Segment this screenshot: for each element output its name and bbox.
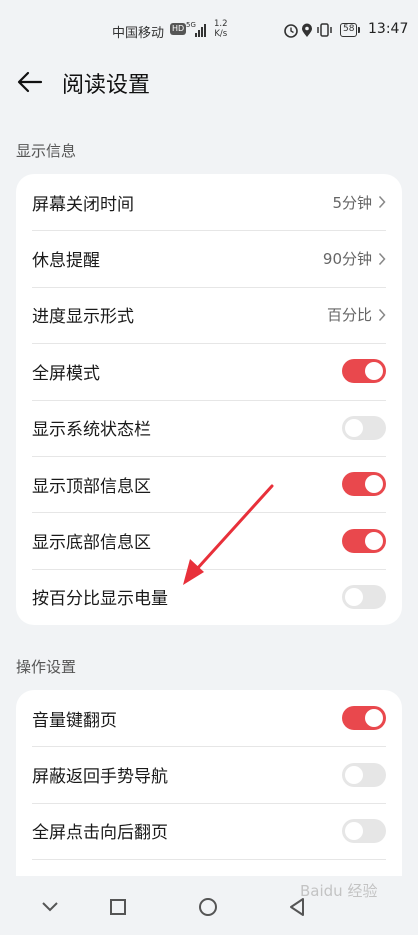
setting-row-top-info: 显示顶部信息区 bbox=[16, 455, 402, 512]
carrier-name: 中国移动 bbox=[112, 26, 165, 41]
toggle-knob bbox=[345, 587, 363, 606]
network-speed: 1.2 K/s bbox=[214, 19, 228, 39]
setting-row-system-status-bar: 显示系统状态栏 bbox=[16, 399, 402, 456]
row-label: 按百分比显示电量 bbox=[32, 589, 168, 610]
battery-icon: 58 bbox=[340, 23, 361, 37]
nav-recents-button[interactable] bbox=[105, 894, 131, 920]
nav-home-button[interactable] bbox=[195, 894, 221, 920]
app-bar: 阅读设置 bbox=[0, 62, 418, 102]
nav-collapse-button[interactable] bbox=[37, 894, 63, 920]
status-bar: 中国移动 HD 5G 1.2 K/s 58 13:47 bbox=[0, 0, 418, 62]
clock: 13:47 bbox=[368, 21, 409, 37]
alarm-icon bbox=[284, 24, 298, 38]
row-value-wrap: 90分钟 bbox=[323, 248, 386, 269]
block-back-gesture-toggle[interactable] bbox=[342, 762, 386, 787]
hd-badge: HD bbox=[170, 23, 187, 35]
top-info-toggle[interactable] bbox=[342, 472, 386, 497]
row-label: 显示系统状态栏 bbox=[32, 420, 151, 441]
row-label: 屏蔽返回手势导航 bbox=[32, 767, 168, 788]
row-value-wrap: 百分比 bbox=[327, 304, 386, 325]
circle-icon bbox=[199, 898, 217, 916]
status-icons bbox=[284, 23, 332, 38]
toggle-knob bbox=[365, 531, 383, 550]
bottom-info-toggle[interactable] bbox=[342, 528, 386, 553]
toggle-knob bbox=[365, 709, 383, 728]
setting-row-partial bbox=[16, 859, 402, 876]
setting-row-fullscreen: 全屏模式 bbox=[16, 343, 402, 399]
fullscreen-toggle[interactable] bbox=[342, 359, 386, 384]
setting-row-progress-format[interactable]: 进度显示形式 百分比 bbox=[16, 286, 402, 343]
arrow-left-icon bbox=[17, 71, 43, 93]
back-button[interactable] bbox=[14, 66, 46, 98]
setting-row-volume-key-turn: 音量键翻页 bbox=[16, 690, 402, 746]
row-value-wrap: 5分钟 bbox=[332, 192, 386, 213]
signal-icon: 5G bbox=[186, 21, 206, 37]
toggle-knob bbox=[345, 765, 363, 784]
setting-row-tap-next-page: 全屏点击向后翻页 bbox=[16, 802, 402, 859]
row-label: 休息提醒 bbox=[32, 251, 100, 272]
row-label: 进度显示形式 bbox=[32, 307, 134, 328]
tap-next-page-toggle[interactable] bbox=[342, 818, 386, 843]
vibrate-icon bbox=[317, 23, 332, 37]
chevron-down-icon bbox=[42, 902, 58, 912]
setting-row-bottom-info: 显示底部信息区 bbox=[16, 512, 402, 568]
chevron-right-icon bbox=[378, 252, 386, 265]
row-label: 全屏点击向后翻页 bbox=[32, 823, 168, 844]
row-value: 百分比 bbox=[326, 306, 372, 325]
toggle-knob bbox=[345, 418, 363, 437]
row-value: 5分钟 bbox=[332, 193, 372, 212]
toggle-knob bbox=[365, 362, 383, 381]
toggle-knob bbox=[365, 475, 383, 494]
location-icon bbox=[302, 23, 312, 37]
volume-key-turn-toggle[interactable] bbox=[342, 706, 386, 731]
watermark: Baidu 经验 bbox=[300, 882, 378, 900]
toggle-knob bbox=[345, 821, 363, 840]
setting-row-block-back-gesture: 屏蔽返回手势导航 bbox=[16, 746, 402, 802]
row-label: 显示顶部信息区 bbox=[32, 476, 151, 497]
row-label: 音量键翻页 bbox=[32, 710, 117, 731]
operation-card: 音量键翻页 屏蔽返回手势导航 全屏点击向后翻页 bbox=[16, 690, 402, 876]
chevron-right-icon bbox=[378, 196, 386, 209]
section-label-display-info: 显示信息 bbox=[16, 142, 77, 160]
setting-row-screen-timeout[interactable]: 屏幕关闭时间 5分钟 bbox=[16, 174, 402, 230]
display-info-card: 屏幕关闭时间 5分钟 休息提醒 90分钟 进度显示形式 百分比 全屏模式 显示系… bbox=[16, 174, 402, 626]
row-label: 屏幕关闭时间 bbox=[32, 194, 134, 215]
row-label: 全屏模式 bbox=[32, 363, 100, 384]
section-label-operation: 操作设置 bbox=[16, 658, 77, 676]
page-title: 阅读设置 bbox=[62, 73, 151, 98]
battery-percent-toggle[interactable] bbox=[342, 584, 386, 609]
setting-row-rest-reminder[interactable]: 休息提醒 90分钟 bbox=[16, 230, 402, 286]
chevron-right-icon bbox=[378, 308, 386, 321]
system-status-bar-toggle[interactable] bbox=[342, 415, 386, 440]
square-icon bbox=[110, 899, 126, 915]
row-label: 显示底部信息区 bbox=[32, 533, 151, 554]
network-type: 5G bbox=[186, 21, 196, 29]
row-value: 90分钟 bbox=[322, 250, 372, 269]
setting-row-battery-percent: 按百分比显示电量 bbox=[16, 568, 402, 625]
